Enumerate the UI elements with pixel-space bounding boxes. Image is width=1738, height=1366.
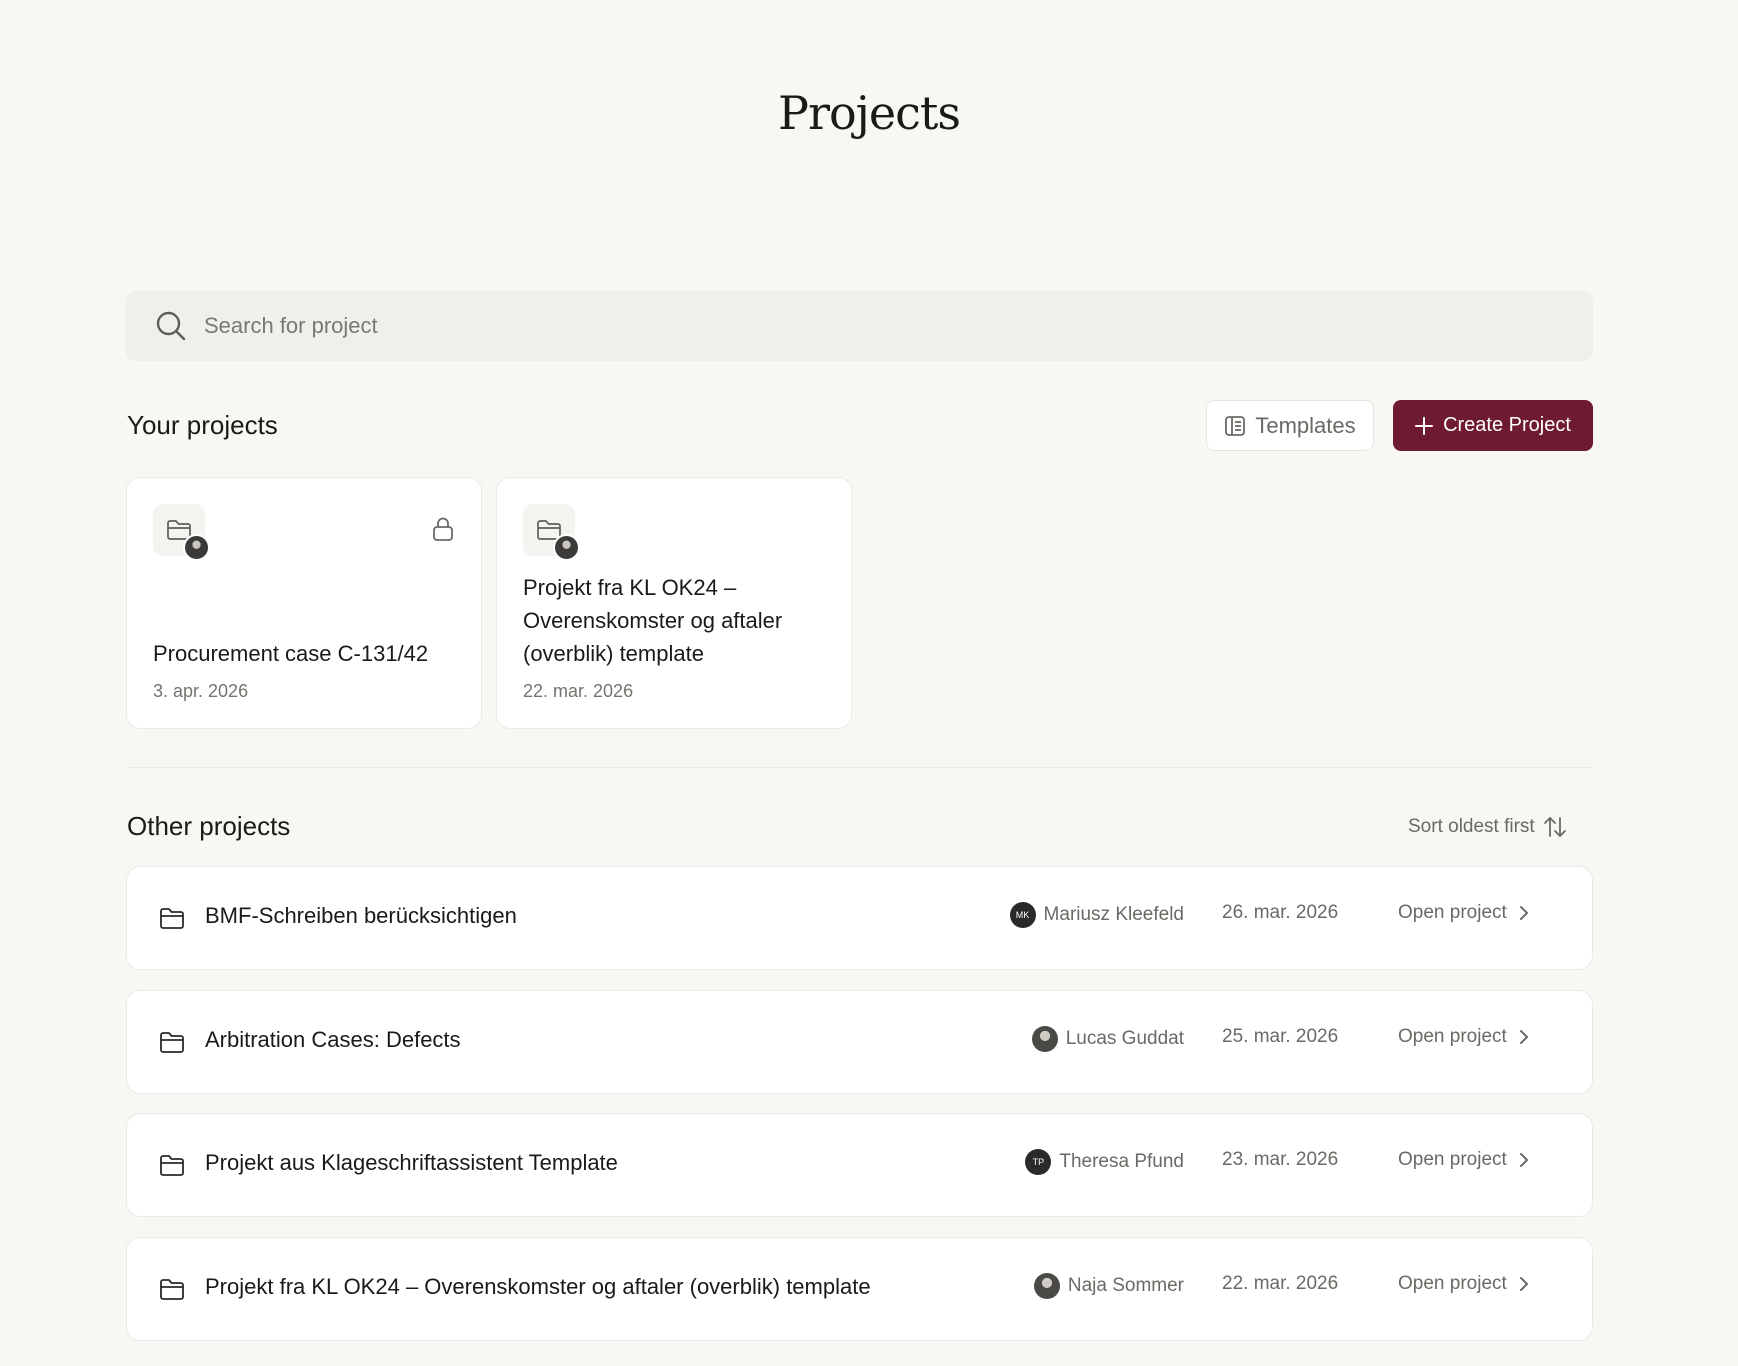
avatar: MK: [1009, 902, 1036, 928]
open-project-label: Open project: [1398, 1149, 1507, 1170]
project-row-date: 23. mar. 2026: [1222, 1149, 1339, 1170]
folder-icon: [160, 908, 184, 929]
open-project-link[interactable]: Open project: [1398, 1273, 1529, 1295]
page-title: Projects: [778, 86, 961, 140]
sort-label: Sort oldest first: [1408, 816, 1535, 837]
owner-name: Theresa Pfund: [1059, 1151, 1184, 1172]
project-row-owner: Naja Sommer: [1033, 1273, 1184, 1299]
project-card-date: 22. mar. 2026: [523, 681, 634, 701]
project-card[interactable]: Procurement case C-131/42 3. apr. 2026: [126, 477, 482, 729]
folder-icon: [160, 1155, 184, 1176]
folder-icon: [160, 1032, 184, 1053]
folder-icon: [160, 1279, 184, 1300]
your-projects-heading: Your projects: [127, 410, 278, 440]
templates-button[interactable]: Templates: [1206, 400, 1374, 451]
project-row-date: 22. mar. 2026: [1222, 1273, 1339, 1294]
other-projects-heading: Other projects: [127, 811, 291, 841]
sort-toggle[interactable]: Sort oldest first: [1408, 812, 1567, 842]
project-row-name: Projekt fra KL OK24 – Overenskomster og …: [205, 1274, 871, 1299]
project-row-date: 26. mar. 2026: [1222, 902, 1339, 923]
project-row-owner: MK Mariusz Kleefeld: [1009, 902, 1184, 928]
open-project-link[interactable]: Open project: [1398, 902, 1529, 924]
create-project-label: Create Project: [1443, 414, 1571, 436]
project-card-date: 3. apr. 2026: [153, 681, 249, 701]
avatar: TP: [1025, 1149, 1052, 1175]
open-project-label: Open project: [1398, 1273, 1507, 1294]
project-row-owner: TP Theresa Pfund: [1025, 1149, 1184, 1175]
project-row[interactable]: BMF-Schreiben berücksichtigen MK Mariusz…: [126, 866, 1593, 970]
avatar: [1033, 1273, 1060, 1299]
project-row-name: Arbitration Cases: Defects: [205, 1027, 461, 1052]
search-bar[interactable]: [126, 291, 1593, 361]
project-row[interactable]: Projekt fra KL OK24 – Overenskomster og …: [126, 1237, 1593, 1341]
project-card-title: Procurement case C-131/42: [153, 641, 429, 666]
templates-icon: [1225, 415, 1246, 436]
project-row-name: Projekt aus Klageschriftassistent Templa…: [205, 1150, 618, 1175]
project-card-title: Projekt fra KL OK24 – Overenskomster og …: [523, 575, 783, 666]
sort-arrows-icon: [1543, 817, 1566, 837]
avatar: [553, 534, 580, 561]
open-project-label: Open project: [1398, 1026, 1507, 1047]
owner-name: Lucas Guddat: [1065, 1028, 1184, 1049]
project-row-date: 25. mar. 2026: [1222, 1026, 1339, 1047]
open-project-link[interactable]: Open project: [1398, 1149, 1529, 1171]
project-row[interactable]: Projekt aus Klageschriftassistent Templa…: [126, 1113, 1593, 1217]
search-icon: [154, 309, 188, 343]
section-divider: [126, 767, 1593, 768]
avatar: [1031, 1026, 1058, 1052]
avatar: [183, 534, 210, 561]
chevron-right-icon: [1519, 906, 1528, 920]
lock-icon: [433, 517, 453, 541]
project-row-owner: Lucas Guddat: [1031, 1026, 1184, 1052]
chevron-right-icon: [1519, 1153, 1528, 1167]
chevron-right-icon: [1519, 1030, 1528, 1044]
open-project-label: Open project: [1398, 902, 1507, 923]
projects-page: Projects Your projects Templates Create …: [0, 0, 1738, 1366]
open-project-link[interactable]: Open project: [1398, 1026, 1529, 1048]
create-project-button[interactable]: Create Project: [1393, 400, 1593, 451]
templates-label: Templates: [1255, 412, 1356, 438]
search-input[interactable]: [204, 313, 1593, 339]
owner-name: Mariusz Kleefeld: [1043, 904, 1184, 925]
project-card[interactable]: Projekt fra KL OK24 – Overenskomster og …: [496, 477, 852, 729]
project-row[interactable]: Arbitration Cases: Defects Lucas Guddat …: [126, 990, 1593, 1094]
owner-name: Naja Sommer: [1067, 1275, 1184, 1296]
plus-icon: [1415, 416, 1434, 435]
project-row-name: BMF-Schreiben berücksichtigen: [205, 903, 517, 928]
chevron-right-icon: [1519, 1277, 1528, 1291]
